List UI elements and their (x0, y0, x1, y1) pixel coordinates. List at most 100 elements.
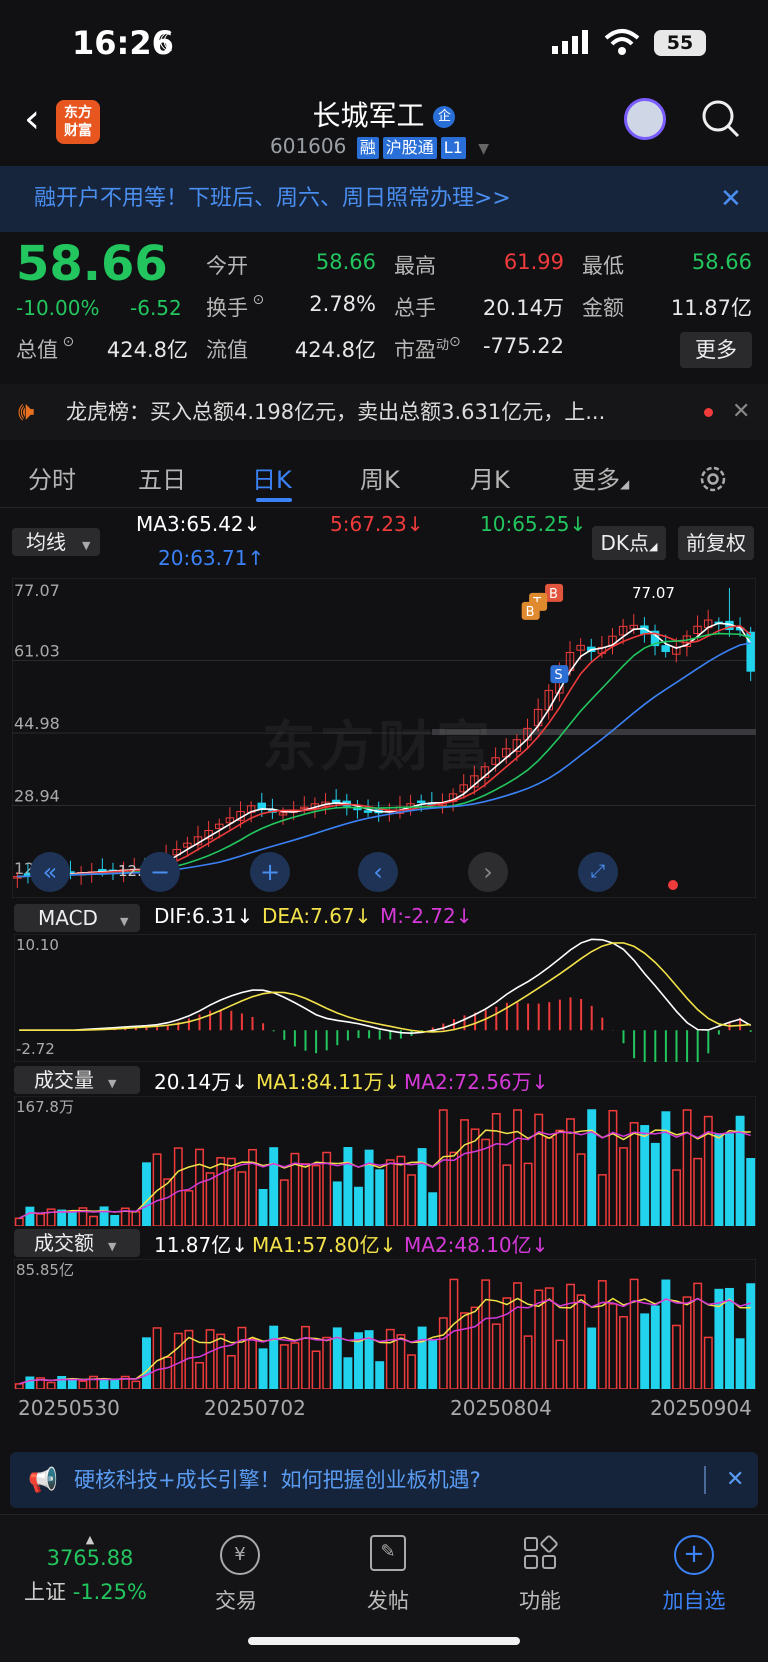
stock-code: 601606 (270, 134, 347, 158)
volume-bar (566, 1118, 575, 1226)
ad-text: 硬核科技+成长引擎！如何把握创业板机遇? (74, 1468, 481, 1492)
close-icon[interactable]: ✕ (720, 166, 742, 232)
robot-assistant-icon[interactable] (624, 98, 666, 140)
volume-bar (438, 1317, 448, 1389)
stock-code-row[interactable]: 601606 融沪股通 L1 ▼ (270, 134, 489, 159)
volume-bar (640, 1125, 650, 1226)
dragon-tiger-bar[interactable]: 🕪 龙虎榜：买入总额4.198亿元，卖出总额3.631亿元，上... ✕ (0, 384, 768, 440)
tab-more[interactable]: 更多◢ (572, 460, 629, 495)
volume-bar (385, 1328, 395, 1389)
volume-bar (544, 1287, 554, 1389)
last-price: 58.66 (16, 236, 168, 292)
volume-bar (131, 1380, 141, 1389)
volume-select[interactable]: 成交量 ▼ (14, 1066, 140, 1094)
volume-bar (237, 1171, 247, 1226)
amount-select[interactable]: 成交额 ▼ (14, 1229, 140, 1257)
fullscreen-button[interactable]: ⤢ (578, 852, 618, 892)
more-button[interactable]: 更多 (680, 332, 752, 368)
tab-five-day[interactable]: 五日 (138, 460, 186, 495)
ma10-value: 10:65.25↓ (480, 512, 587, 536)
volume-bar (523, 1162, 533, 1226)
volume-bar (597, 1280, 607, 1389)
nav-post[interactable]: 发帖 (338, 1585, 438, 1615)
nav-add-watchlist[interactable]: 加自选 (644, 1585, 744, 1615)
volume-bar (396, 1155, 406, 1226)
macd-select[interactable]: MACD ▼ (14, 904, 140, 932)
open-label: 今开 (206, 254, 248, 278)
volume-bar (364, 1149, 374, 1226)
dk-signal-label: S (554, 668, 562, 683)
info-icon[interactable]: ⊙ (449, 334, 461, 350)
high-label: 最高 (394, 254, 436, 278)
tab-minute[interactable]: 分时 (28, 460, 76, 495)
y-tick-label: 28.94 (14, 786, 60, 805)
add-watchlist-icon: + (674, 1535, 714, 1575)
volume-bar (693, 1157, 703, 1226)
info-icon[interactable]: ⊙ (248, 292, 264, 308)
close-icon[interactable]: ✕ (732, 384, 750, 440)
tab-monthly-k[interactable]: 月K (470, 460, 510, 495)
volume-bar (67, 1378, 77, 1389)
volume-chart[interactable]: 167.8万 (14, 1096, 756, 1226)
y-tick-label: -2.72 (16, 1040, 55, 1058)
volume-bar (46, 1381, 56, 1389)
left-button[interactable]: ‹ (358, 852, 398, 892)
hgt-tag: 沪股通 (382, 136, 437, 159)
dk-point-button[interactable]: DK点◢ (592, 526, 666, 560)
battery-icon: 55 (654, 30, 706, 56)
float-value: 424.8亿 (294, 338, 376, 362)
turnover-value: 2.78% (309, 292, 376, 316)
change-amt: -6.52 (130, 296, 182, 320)
volume-bar (407, 1354, 416, 1389)
banner-text: 融开户不用等！下班后、周六、周日照常办理>> (34, 186, 511, 211)
volume-bar (608, 1303, 618, 1389)
macd-chart[interactable]: 10.10 -2.72 (14, 934, 756, 1062)
volume-bar (460, 1312, 469, 1389)
index-widget[interactable]: ▲ 3765.88 上证 -1.25% (20, 1533, 170, 1633)
tab-weekly-k[interactable]: 周K (360, 460, 400, 495)
macd-m: M:-2.72↓ (380, 904, 473, 928)
eastmoney-logo: 东方 财富 (56, 100, 100, 144)
volume-bar (544, 1137, 554, 1226)
moon-icon: ☾ (158, 28, 182, 58)
post-icon: ✎ (370, 1535, 406, 1571)
volume-bar (258, 1348, 268, 1389)
zoom-out-button[interactable]: − (140, 852, 180, 892)
volume-bar (407, 1174, 416, 1226)
pe-value: -775.22 (482, 334, 564, 358)
adjust-button[interactable]: 前复权 (678, 526, 754, 560)
index-name: 上证 (24, 1580, 66, 1604)
macd-dea: DEA:7.67↓ (262, 904, 372, 928)
volume-bar (301, 1325, 310, 1389)
zoom-in-button[interactable]: + (250, 852, 290, 892)
red-dot-icon (704, 408, 713, 417)
volume-bar (99, 1206, 109, 1226)
nav-function[interactable]: 功能 (490, 1585, 590, 1615)
close-icon[interactable]: ✕ (726, 1452, 744, 1508)
ad-banner[interactable]: 📢 硬核科技+成长引擎！如何把握创业板机遇? ✕ (10, 1452, 758, 1508)
double-left-button[interactable]: « (30, 852, 70, 892)
volume-bar (396, 1334, 406, 1389)
promo-banner[interactable]: 融开户不用等！下班后、周六、周日照常办理>> ✕ (0, 166, 768, 232)
volume-bar (78, 1380, 88, 1389)
volume-bar (205, 1329, 215, 1389)
date-label: 20250530 (18, 1396, 120, 1420)
speaker-icon: 🕪 (18, 397, 35, 427)
y-tick-label: 85.85亿 (16, 1261, 74, 1279)
indicator-select[interactable]: 均线 ▼ (12, 528, 100, 556)
y-tick-label: 167.8万 (16, 1098, 74, 1116)
right-button[interactable]: › (468, 852, 508, 892)
volume-bar (322, 1336, 332, 1389)
volume-bar (470, 1128, 480, 1226)
function-icon (524, 1534, 559, 1571)
volume-bar (57, 1375, 67, 1389)
nav-trade[interactable]: 交易 (186, 1585, 286, 1615)
tab-daily-k[interactable]: 日K (252, 460, 292, 495)
settings-icon[interactable] (698, 464, 728, 494)
info-icon[interactable]: ⊙ (58, 334, 74, 350)
y-tick-label: 61.03 (14, 641, 60, 660)
volume-bar (746, 1283, 756, 1389)
search-icon[interactable] (700, 98, 742, 140)
amount-chart[interactable]: 85.85亿 (14, 1259, 756, 1389)
volume-bar (237, 1326, 247, 1389)
